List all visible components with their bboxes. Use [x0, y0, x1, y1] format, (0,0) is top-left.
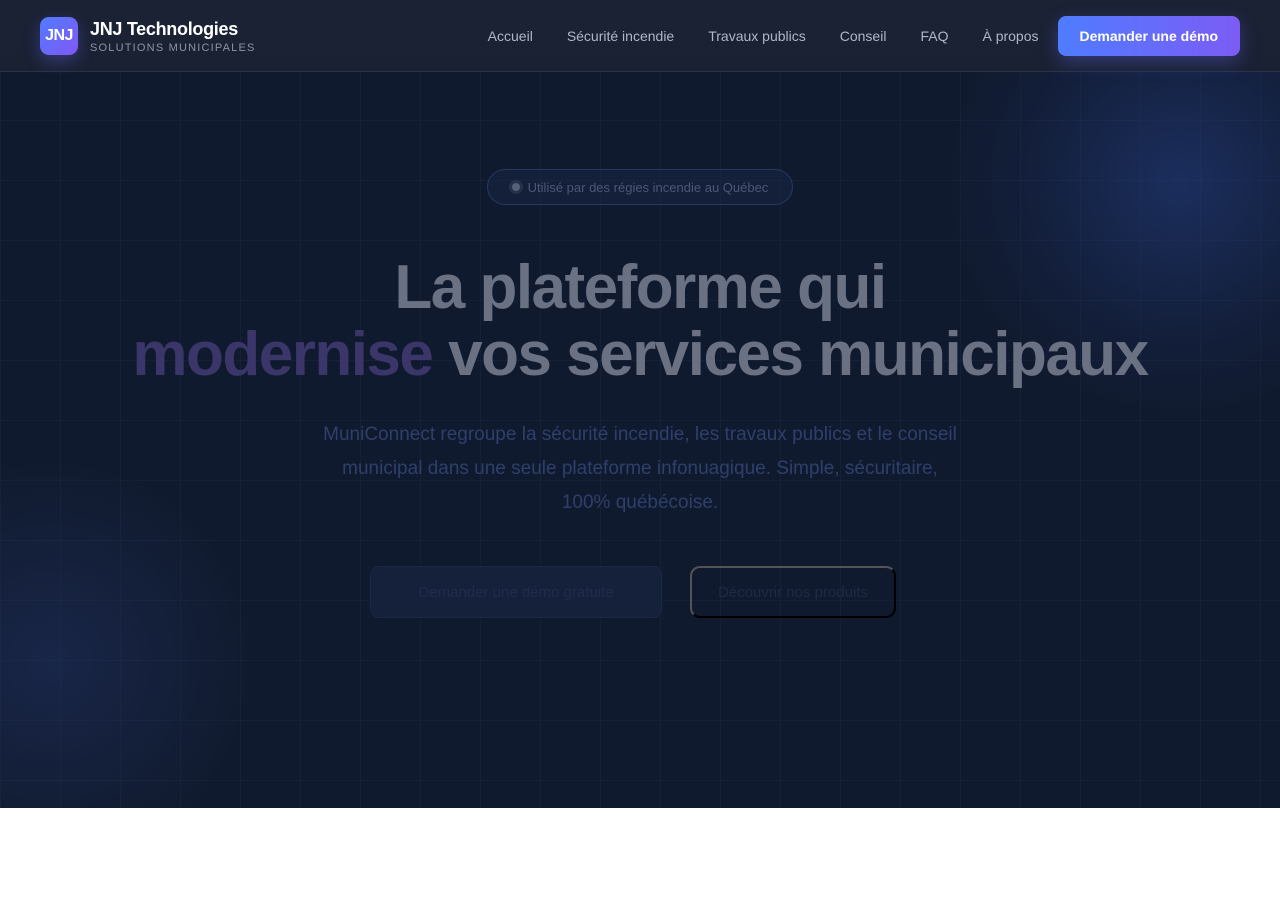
- hero-title-accent: modernise: [132, 320, 434, 389]
- hero-title: La plateforme qui modernise vos services…: [0, 254, 1280, 388]
- hero-title-line1: La plateforme qui: [394, 253, 887, 322]
- hero-section: Utilisé par des régies incendie au Québe…: [0, 72, 1280, 808]
- nav-link-accueil[interactable]: Accueil: [471, 28, 550, 44]
- main-nav: Accueil Sécurité incendie Travaux public…: [471, 15, 1240, 56]
- trust-badge-text: Utilisé par des régies incendie au Québe…: [527, 179, 769, 195]
- hero-subtitle: MuniConnect regroupe la sécurité incendi…: [323, 424, 957, 513]
- nav-link-securite-incendie[interactable]: Sécurité incendie: [550, 28, 691, 44]
- page: JNJ JNJ Technologies SOLUTIONS MUNICIPAL…: [0, 0, 1280, 900]
- demo-request-button[interactable]: Demander une démo: [1057, 15, 1240, 56]
- free-demo-button[interactable]: Demander une démo gratuite: [370, 566, 662, 618]
- discover-products-button[interactable]: Découvrir nos produits: [690, 566, 896, 618]
- site-header: JNJ JNJ Technologies SOLUTIONS MUNICIPAL…: [0, 0, 1280, 72]
- nav-link-a-propos[interactable]: À propos: [965, 28, 1055, 44]
- brand[interactable]: JNJ JNJ Technologies SOLUTIONS MUNICIPAL…: [40, 16, 256, 55]
- brand-text: JNJ Technologies SOLUTIONS MUNICIPALES: [90, 18, 256, 54]
- brand-name[interactable]: JNJ Technologies: [90, 18, 256, 40]
- trust-badge: Utilisé par des régies incendie au Québe…: [487, 169, 793, 205]
- hero-title-rest: vos services municipaux: [432, 320, 1149, 389]
- status-dot-icon: [511, 183, 520, 191]
- brand-logo[interactable]: JNJ: [40, 16, 78, 55]
- brand-tagline: SOLUTIONS MUNICIPALES: [90, 41, 256, 54]
- nav-link-travaux-publics[interactable]: Travaux publics: [691, 28, 823, 44]
- nav-link-conseil[interactable]: Conseil: [823, 28, 904, 44]
- nav-link-faq[interactable]: FAQ: [903, 28, 965, 44]
